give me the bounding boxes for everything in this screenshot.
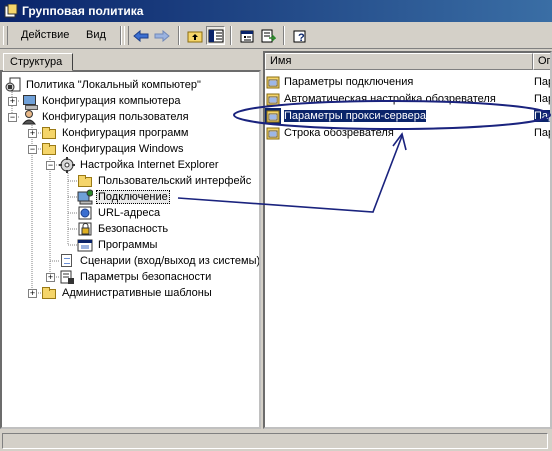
status-bar [0,431,552,451]
scripts-icon [59,253,75,269]
tree-node-scripts[interactable]: Сценарии (вход/выход из системы) [59,253,261,269]
item-description: Параметры строки обозревателя [534,126,550,139]
item-description: Параметры подключения [534,75,550,88]
toolbar-grip [3,26,8,45]
tree-node-windows-settings[interactable]: Конфигурация Windows [41,141,186,157]
menu-view[interactable]: Вид [86,29,106,41]
tree-node-label: Настройка Internet Explorer [80,159,219,171]
tree-node-security-settings[interactable]: Параметры безопасности [59,269,213,285]
tree-node-security[interactable]: Безопасность [77,221,170,237]
tree-node-admin-templates[interactable]: Административные шаблоны [41,285,214,301]
folder-icon [41,125,57,141]
tree-node-user-config[interactable]: Конфигурация пользователя [21,109,191,125]
tree-node-label: Политика "Локальный компьютер" [26,79,201,91]
connection-icon [77,189,94,205]
policy-window-icon [4,3,18,18]
properties-icon[interactable] [237,26,256,45]
toolbar-separator [230,26,232,45]
list-item[interactable]: Автоматическая настройка обозревателя Па… [265,90,550,107]
tree-node-programs[interactable]: Программы [77,237,159,253]
expand-icon[interactable]: + [8,97,17,106]
toolbar-separator [178,26,180,45]
collapse-icon[interactable]: − [46,161,55,170]
item-name: Параметры подключения [284,75,414,88]
tree-node-label-selected: Подключение [96,190,170,204]
expand-icon[interactable]: + [28,289,37,298]
security-icon [77,221,93,237]
tree-node-ie-maintenance[interactable]: Настройка Internet Explorer [59,157,221,173]
tree-view[interactable]: Политика "Локальный компьютер" + Конфигу… [0,70,261,429]
tree-node-label: Административные шаблоны [62,287,212,299]
tree-node-browser-ui[interactable]: Пользовательский интерфейс [77,173,253,189]
tree-node-software-settings[interactable]: Конфигурация программ [41,125,190,141]
tab-structure[interactable]: Структура [3,53,73,71]
url-icon [77,205,93,221]
toolbar-separator [120,26,122,45]
export-list-icon[interactable] [258,26,277,45]
tree-node-label: Конфигурация компьютера [42,95,181,107]
expand-icon[interactable]: + [46,273,55,282]
folder-icon [41,141,57,157]
policy-icon [5,77,21,93]
forward-icon[interactable] [152,26,171,45]
item-description: Параметры автоматической настройки [534,92,550,105]
toolbar-grip [124,26,129,45]
user-icon [21,109,37,125]
svg-text:?: ? [298,32,305,43]
back-icon[interactable] [131,26,150,45]
tree-node-computer-config[interactable]: Конфигурация компьютера [21,93,182,110]
title-bar: Групповая политика [0,0,552,22]
toolbar: Действие Вид ? [0,23,552,49]
toolbar-separator [283,26,285,45]
up-folder-icon[interactable] [185,26,204,45]
collapse-icon[interactable]: − [8,113,17,122]
list-item-selected[interactable]: Параметры прокси-сервера Параметры прокс… [265,107,550,124]
tree-node-local-policy[interactable]: Политика "Локальный компьютер" [5,77,203,93]
list-item[interactable]: Строка обозревателя Параметры строки обо… [265,124,550,141]
item-name: Автоматическая настройка обозревателя [284,92,496,105]
ie-settings-icon [59,157,75,173]
tree-node-label: Безопасность [98,223,169,235]
tree-node-label: URL-адреса [98,207,161,219]
tree-node-urls[interactable]: URL-адреса [77,205,162,221]
item-name: Параметры прокси-сервера [284,109,426,122]
details-pane[interactable]: Имя Описание Параметры подключения Парам… [263,51,552,429]
tree-node-connection[interactable]: Подключение [77,189,170,205]
window-title: Групповая политика [22,4,144,18]
folder-icon [41,285,57,301]
programs-icon [77,237,93,253]
tree-node-label: Пользовательский интерфейс [98,175,252,187]
list-item[interactable]: Параметры подключения Параметры подключе… [265,73,550,90]
security-settings-icon [59,269,75,285]
computer-icon [21,93,38,110]
policy-setting-icon [265,125,281,141]
tree-node-label: Конфигурация Windows [62,143,184,155]
policy-setting-icon [265,74,281,90]
folder-icon [77,173,93,189]
tree-node-label: Параметры безопасности [80,271,212,283]
item-description: Параметры прокси-сервера [534,109,550,122]
expand-icon[interactable]: + [28,129,37,138]
policy-setting-icon [265,107,281,124]
tree-pane: Структура Политика "Локальный компьютер"… [0,51,261,429]
tree-node-label: Сценарии (вход/выход из системы) [80,255,261,267]
menu-action[interactable]: Действие [21,29,69,41]
column-header-name[interactable]: Имя [265,53,533,70]
tree-node-label: Программы [98,239,158,251]
collapse-icon[interactable]: − [28,145,37,154]
policy-setting-icon [265,91,281,107]
item-name: Строка обозревателя [284,126,394,139]
tree-node-label: Конфигурация пользователя [42,111,189,123]
help-icon[interactable]: ? [290,26,309,45]
tree-node-label: Конфигурация программ [62,127,189,139]
show-tree-icon[interactable] [206,26,225,45]
status-pane [2,433,548,449]
column-header-description[interactable]: Описание [533,53,550,70]
